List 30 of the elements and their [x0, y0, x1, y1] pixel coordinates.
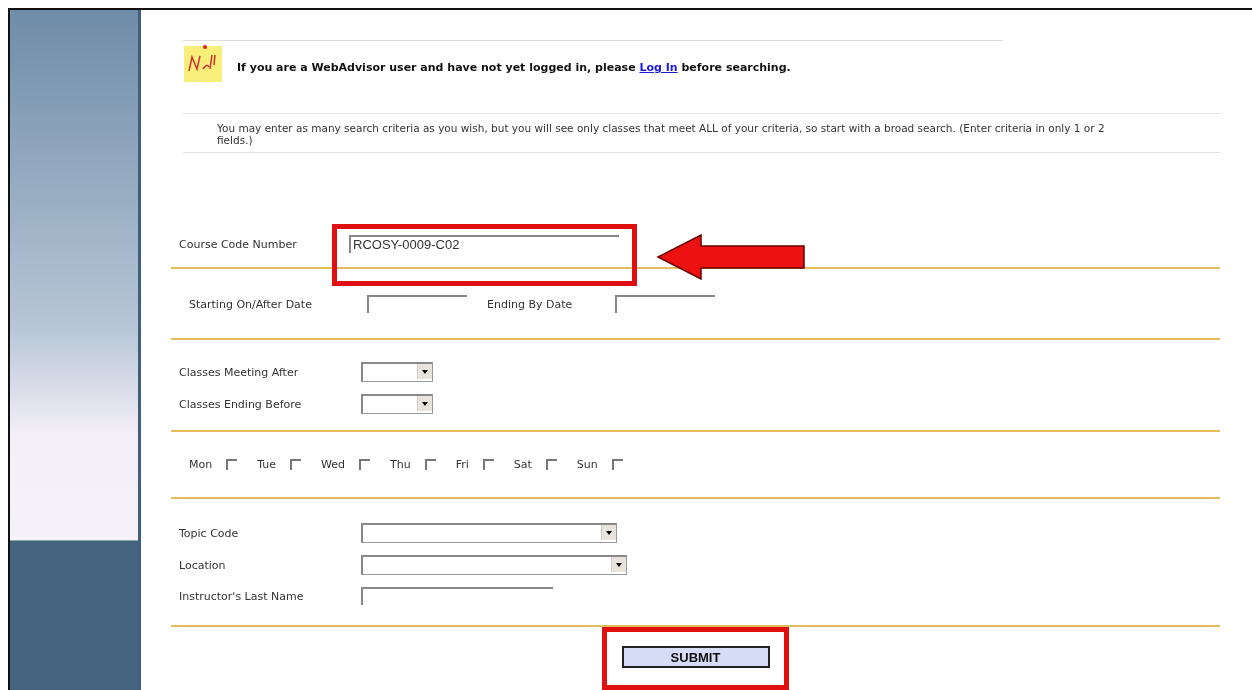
filter-dropdown[interactable] — [361, 523, 617, 543]
day-label: Thu — [390, 458, 411, 471]
time-dropdown[interactable] — [361, 362, 433, 382]
caret-icon — [601, 525, 616, 540]
search-instructions: You may enter as many search criteria as you wish, but you will see only classes that meet ALL of your criteria, so start with a broad search. (Enter criteria in only 1 or 2 fields.) — [183, 113, 1220, 153]
day-label: Sun — [576, 458, 598, 471]
day-label: Fri — [455, 458, 469, 471]
caret-icon — [417, 396, 432, 411]
day-label: Tue — [257, 458, 276, 471]
field-label: Instructor's Last Name — [179, 589, 305, 603]
filter-dropdown[interactable] — [361, 555, 627, 575]
day-label: Sat — [513, 458, 532, 471]
field-label: Classes Ending Before — [179, 397, 303, 411]
field-label: Classes Meeting After — [179, 365, 300, 379]
caret-icon — [611, 557, 626, 572]
submit-button[interactable]: SUBMIT — [621, 646, 770, 668]
arrow-icon — [656, 234, 806, 280]
sticky-note-icon — [183, 43, 223, 83]
time-dropdown[interactable] — [361, 394, 433, 414]
login-notice: If you are a WebAdvisor user and have not yet logged in, please Log In before searching. — [237, 61, 791, 74]
caret-icon — [417, 364, 432, 379]
field-label: Ending By Date — [487, 297, 574, 311]
field-label: Topic Code — [179, 526, 240, 540]
day-label: Mon — [189, 458, 213, 471]
field-label: Starting On/After Date — [189, 297, 313, 311]
field-label: Location — [179, 558, 227, 572]
field-label: Course Code Number — [179, 237, 298, 251]
day-label: Wed — [321, 458, 345, 471]
log-in-link[interactable]: Log In — [639, 61, 678, 74]
course-code-field[interactable]: RCOSY-0009-C02 — [349, 235, 619, 253]
